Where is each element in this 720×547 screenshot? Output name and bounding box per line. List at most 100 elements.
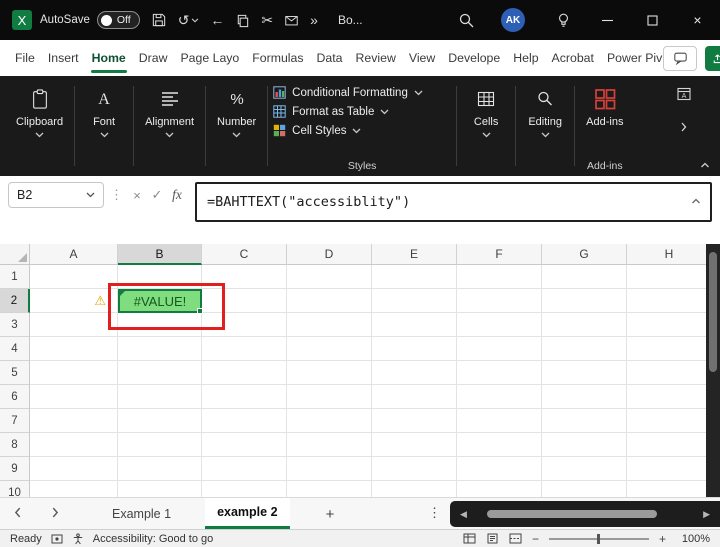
avatar[interactable]: AK xyxy=(501,8,525,32)
scroll-left-icon[interactable]: ◀ xyxy=(460,509,467,520)
cell-D8[interactable] xyxy=(287,433,372,457)
cell-D4[interactable] xyxy=(287,337,372,361)
cell-C2[interactable] xyxy=(202,289,287,313)
minimize-button[interactable] xyxy=(585,0,630,40)
cell-E9[interactable] xyxy=(372,457,457,481)
select-all-corner[interactable] xyxy=(0,244,30,265)
cell-F9[interactable] xyxy=(457,457,542,481)
cell-B5[interactable] xyxy=(118,361,202,385)
column-header-A[interactable]: A xyxy=(30,244,118,265)
cell-F8[interactable] xyxy=(457,433,542,457)
cell-C9[interactable] xyxy=(202,457,287,481)
autosave-toggle[interactable]: Off xyxy=(96,11,140,29)
cell-H3[interactable] xyxy=(627,313,712,337)
cell-F3[interactable] xyxy=(457,313,542,337)
menu-tab-acrobat[interactable]: Acrobat xyxy=(551,40,595,76)
cell-E3[interactable] xyxy=(372,313,457,337)
ribbon-overflow-button[interactable] xyxy=(681,119,687,137)
cell-H5[interactable] xyxy=(627,361,712,385)
cell-G4[interactable] xyxy=(542,337,627,361)
cell-E5[interactable] xyxy=(372,361,457,385)
accessibility-status[interactable]: Accessibility: Good to go xyxy=(93,533,213,545)
cell-D1[interactable] xyxy=(287,265,372,289)
cell-G9[interactable] xyxy=(542,457,627,481)
insert-function-button[interactable]: fx xyxy=(167,182,187,208)
expand-formula-bar-button[interactable] xyxy=(691,198,701,204)
cell-G1[interactable] xyxy=(542,265,627,289)
search-button[interactable] xyxy=(458,12,475,29)
name-box[interactable]: B2 xyxy=(8,182,104,208)
cell-A5[interactable] xyxy=(30,361,118,385)
redo-button[interactable]: ← xyxy=(210,13,224,27)
scroll-right-icon[interactable]: ▶ xyxy=(703,509,710,520)
row-header-10[interactable]: 10 xyxy=(0,481,30,497)
copy-button[interactable] xyxy=(235,13,250,28)
cell-E1[interactable] xyxy=(372,265,457,289)
cell-B10[interactable] xyxy=(118,481,202,497)
menu-tab-develope[interactable]: Develope xyxy=(447,40,501,76)
row-header-7[interactable]: 7 xyxy=(0,409,30,433)
menu-tab-insert[interactable]: Insert xyxy=(47,40,80,76)
cell-F7[interactable] xyxy=(457,409,542,433)
save-button[interactable] xyxy=(151,12,167,28)
cell-G7[interactable] xyxy=(542,409,627,433)
menu-tab-draw[interactable]: Draw xyxy=(138,40,169,76)
cell-A1[interactable] xyxy=(30,265,118,289)
cell-F6[interactable] xyxy=(457,385,542,409)
cell-B1[interactable] xyxy=(118,265,202,289)
cell-A4[interactable] xyxy=(30,337,118,361)
undo-button[interactable]: ↺ xyxy=(178,13,200,27)
cell-D7[interactable] xyxy=(287,409,372,433)
accessibility-icon[interactable] xyxy=(72,532,84,545)
cell-F5[interactable] xyxy=(457,361,542,385)
row-header-8[interactable]: 8 xyxy=(0,433,30,457)
cell-F4[interactable] xyxy=(457,337,542,361)
cell-C10[interactable] xyxy=(202,481,287,497)
menu-tab-home[interactable]: Home xyxy=(90,40,127,76)
column-header-D[interactable]: D xyxy=(287,244,372,265)
cell-C8[interactable] xyxy=(202,433,287,457)
cell-H1[interactable] xyxy=(627,265,712,289)
ribbon-item-conditional-formatting[interactable]: Conditional Formatting xyxy=(273,86,451,99)
cell-C7[interactable] xyxy=(202,409,287,433)
cell-B2[interactable]: #VALUE! xyxy=(118,289,203,314)
cell-G10[interactable] xyxy=(542,481,627,497)
ribbon-group-font[interactable]: A Font xyxy=(80,84,128,138)
formula-bar-splitter[interactable]: ⋮ xyxy=(110,187,123,203)
lightbulb-icon[interactable] xyxy=(556,12,571,29)
cell-C4[interactable] xyxy=(202,337,287,361)
zoom-out-button[interactable]: − xyxy=(532,532,539,546)
cell-A6[interactable] xyxy=(30,385,118,409)
menu-tab-help[interactable]: Help xyxy=(512,40,539,76)
cell-A2[interactable]: ⚠ xyxy=(30,289,118,313)
cell-G5[interactable] xyxy=(542,361,627,385)
cell-H9[interactable] xyxy=(627,457,712,481)
next-sheet-button[interactable] xyxy=(52,507,59,518)
share-button[interactable] xyxy=(705,45,720,71)
sheet-tab-example-1[interactable]: Example 1 xyxy=(104,498,179,529)
cell-E4[interactable] xyxy=(372,337,457,361)
cell-G2[interactable] xyxy=(542,289,627,313)
cell-D10[interactable] xyxy=(287,481,372,497)
confirm-entry-button[interactable]: ✓ xyxy=(147,182,167,208)
column-header-E[interactable]: E xyxy=(372,244,457,265)
comments-button[interactable] xyxy=(663,45,698,71)
ribbon-group-cells[interactable]: Cells xyxy=(462,84,510,138)
ribbon-item-cell-styles[interactable]: Cell Styles xyxy=(273,124,451,137)
cut-button[interactable]: ✂ xyxy=(261,13,273,27)
horizontal-scrollbar[interactable]: ◀ ▶ xyxy=(450,501,720,527)
cell-D6[interactable] xyxy=(287,385,372,409)
menu-tab-data[interactable]: Data xyxy=(316,40,344,76)
menu-tab-formulas[interactable]: Formulas xyxy=(251,40,304,76)
cell-C3[interactable] xyxy=(202,313,287,337)
cell-A7[interactable] xyxy=(30,409,118,433)
cell-H10[interactable] xyxy=(627,481,712,497)
cell-H2[interactable] xyxy=(627,289,712,313)
ribbon-group-number[interactable]: % Number xyxy=(211,84,262,138)
cell-G8[interactable] xyxy=(542,433,627,457)
cell-D9[interactable] xyxy=(287,457,372,481)
cell-D2[interactable] xyxy=(287,289,372,313)
cell-F2[interactable] xyxy=(457,289,542,313)
cell-C1[interactable] xyxy=(202,265,287,289)
sheet-options-button[interactable]: ⋮ xyxy=(428,505,441,521)
